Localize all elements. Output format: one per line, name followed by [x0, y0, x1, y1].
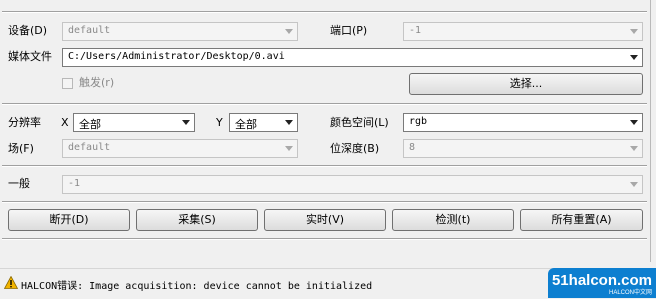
- trigger-checkbox[interactable]: [62, 78, 73, 89]
- capture-button[interactable]: 采集(S): [136, 209, 258, 231]
- section-divider: [2, 165, 647, 167]
- section-divider: [2, 11, 647, 13]
- chevron-down-icon: [630, 182, 638, 187]
- y-label: Y: [216, 116, 223, 129]
- field-value: default: [68, 142, 111, 153]
- status-message: HALCON错误: Image acquisition: device cann…: [21, 281, 373, 292]
- general-value: -1: [68, 178, 81, 189]
- color-space-select[interactable]: rgb: [403, 113, 643, 132]
- reset-all-button[interactable]: 所有重置(A): [520, 209, 643, 231]
- detect-button[interactable]: 检测(t): [392, 209, 514, 231]
- chevron-down-icon: [630, 55, 638, 60]
- select-file-button[interactable]: 选择...: [409, 73, 643, 95]
- warning-icon: [4, 276, 18, 289]
- live-button[interactable]: 实时(V): [264, 209, 386, 231]
- port-value: -1: [409, 25, 422, 36]
- resolution-y-value: 全部: [235, 118, 257, 131]
- resolution-y-select[interactable]: 全部: [229, 113, 298, 132]
- watermark-main: 51halcon.com: [551, 272, 653, 289]
- port-select[interactable]: -1: [403, 22, 643, 41]
- media-file-select[interactable]: C:/Users/Administrator/Desktop/0.avi: [62, 48, 643, 67]
- field-select[interactable]: default: [62, 139, 298, 158]
- resolution-label: 分辨率: [8, 116, 41, 129]
- bit-depth-label: 位深度(B): [330, 142, 380, 155]
- color-space-label: 颜色空间(L): [330, 116, 389, 129]
- disconnect-button[interactable]: 断开(D): [8, 209, 130, 231]
- general-select[interactable]: -1: [62, 175, 643, 194]
- chevron-down-icon: [630, 120, 638, 125]
- media-file-label: 媒体文件: [8, 50, 52, 63]
- device-select[interactable]: default: [62, 22, 298, 41]
- section-divider: [2, 201, 647, 203]
- general-label: 一般: [8, 177, 30, 190]
- color-space-value: rgb: [409, 116, 428, 127]
- chevron-down-icon: [182, 120, 190, 125]
- media-file-value: C:/Users/Administrator/Desktop/0.avi: [68, 51, 285, 62]
- watermark-sub: HALCON中文网: [608, 290, 652, 296]
- chevron-down-icon: [285, 146, 293, 151]
- chevron-down-icon: [285, 29, 293, 34]
- section-divider: [2, 238, 647, 240]
- field-label: 场(F): [8, 142, 34, 155]
- chevron-down-icon: [285, 120, 293, 125]
- chevron-down-icon: [630, 146, 638, 151]
- bit-depth-value: 8: [409, 142, 416, 153]
- trigger-label: 触发(r): [79, 76, 115, 89]
- site-watermark-logo: 51halcon.com HALCON中文网: [548, 268, 656, 298]
- port-label: 端口(P): [330, 24, 368, 37]
- section-divider: [2, 103, 647, 105]
- bit-depth-select[interactable]: 8: [403, 139, 643, 158]
- resolution-x-select[interactable]: 全部: [73, 113, 195, 132]
- device-label: 设备(D): [8, 24, 48, 37]
- device-value: default: [68, 25, 111, 36]
- x-label: X: [61, 116, 69, 129]
- chevron-down-icon: [630, 29, 638, 34]
- acquisition-panel: 设备(D) default 端口(P) -1 媒体文件 C:/Users/Adm…: [0, 0, 651, 262]
- resolution-x-value: 全部: [79, 118, 101, 131]
